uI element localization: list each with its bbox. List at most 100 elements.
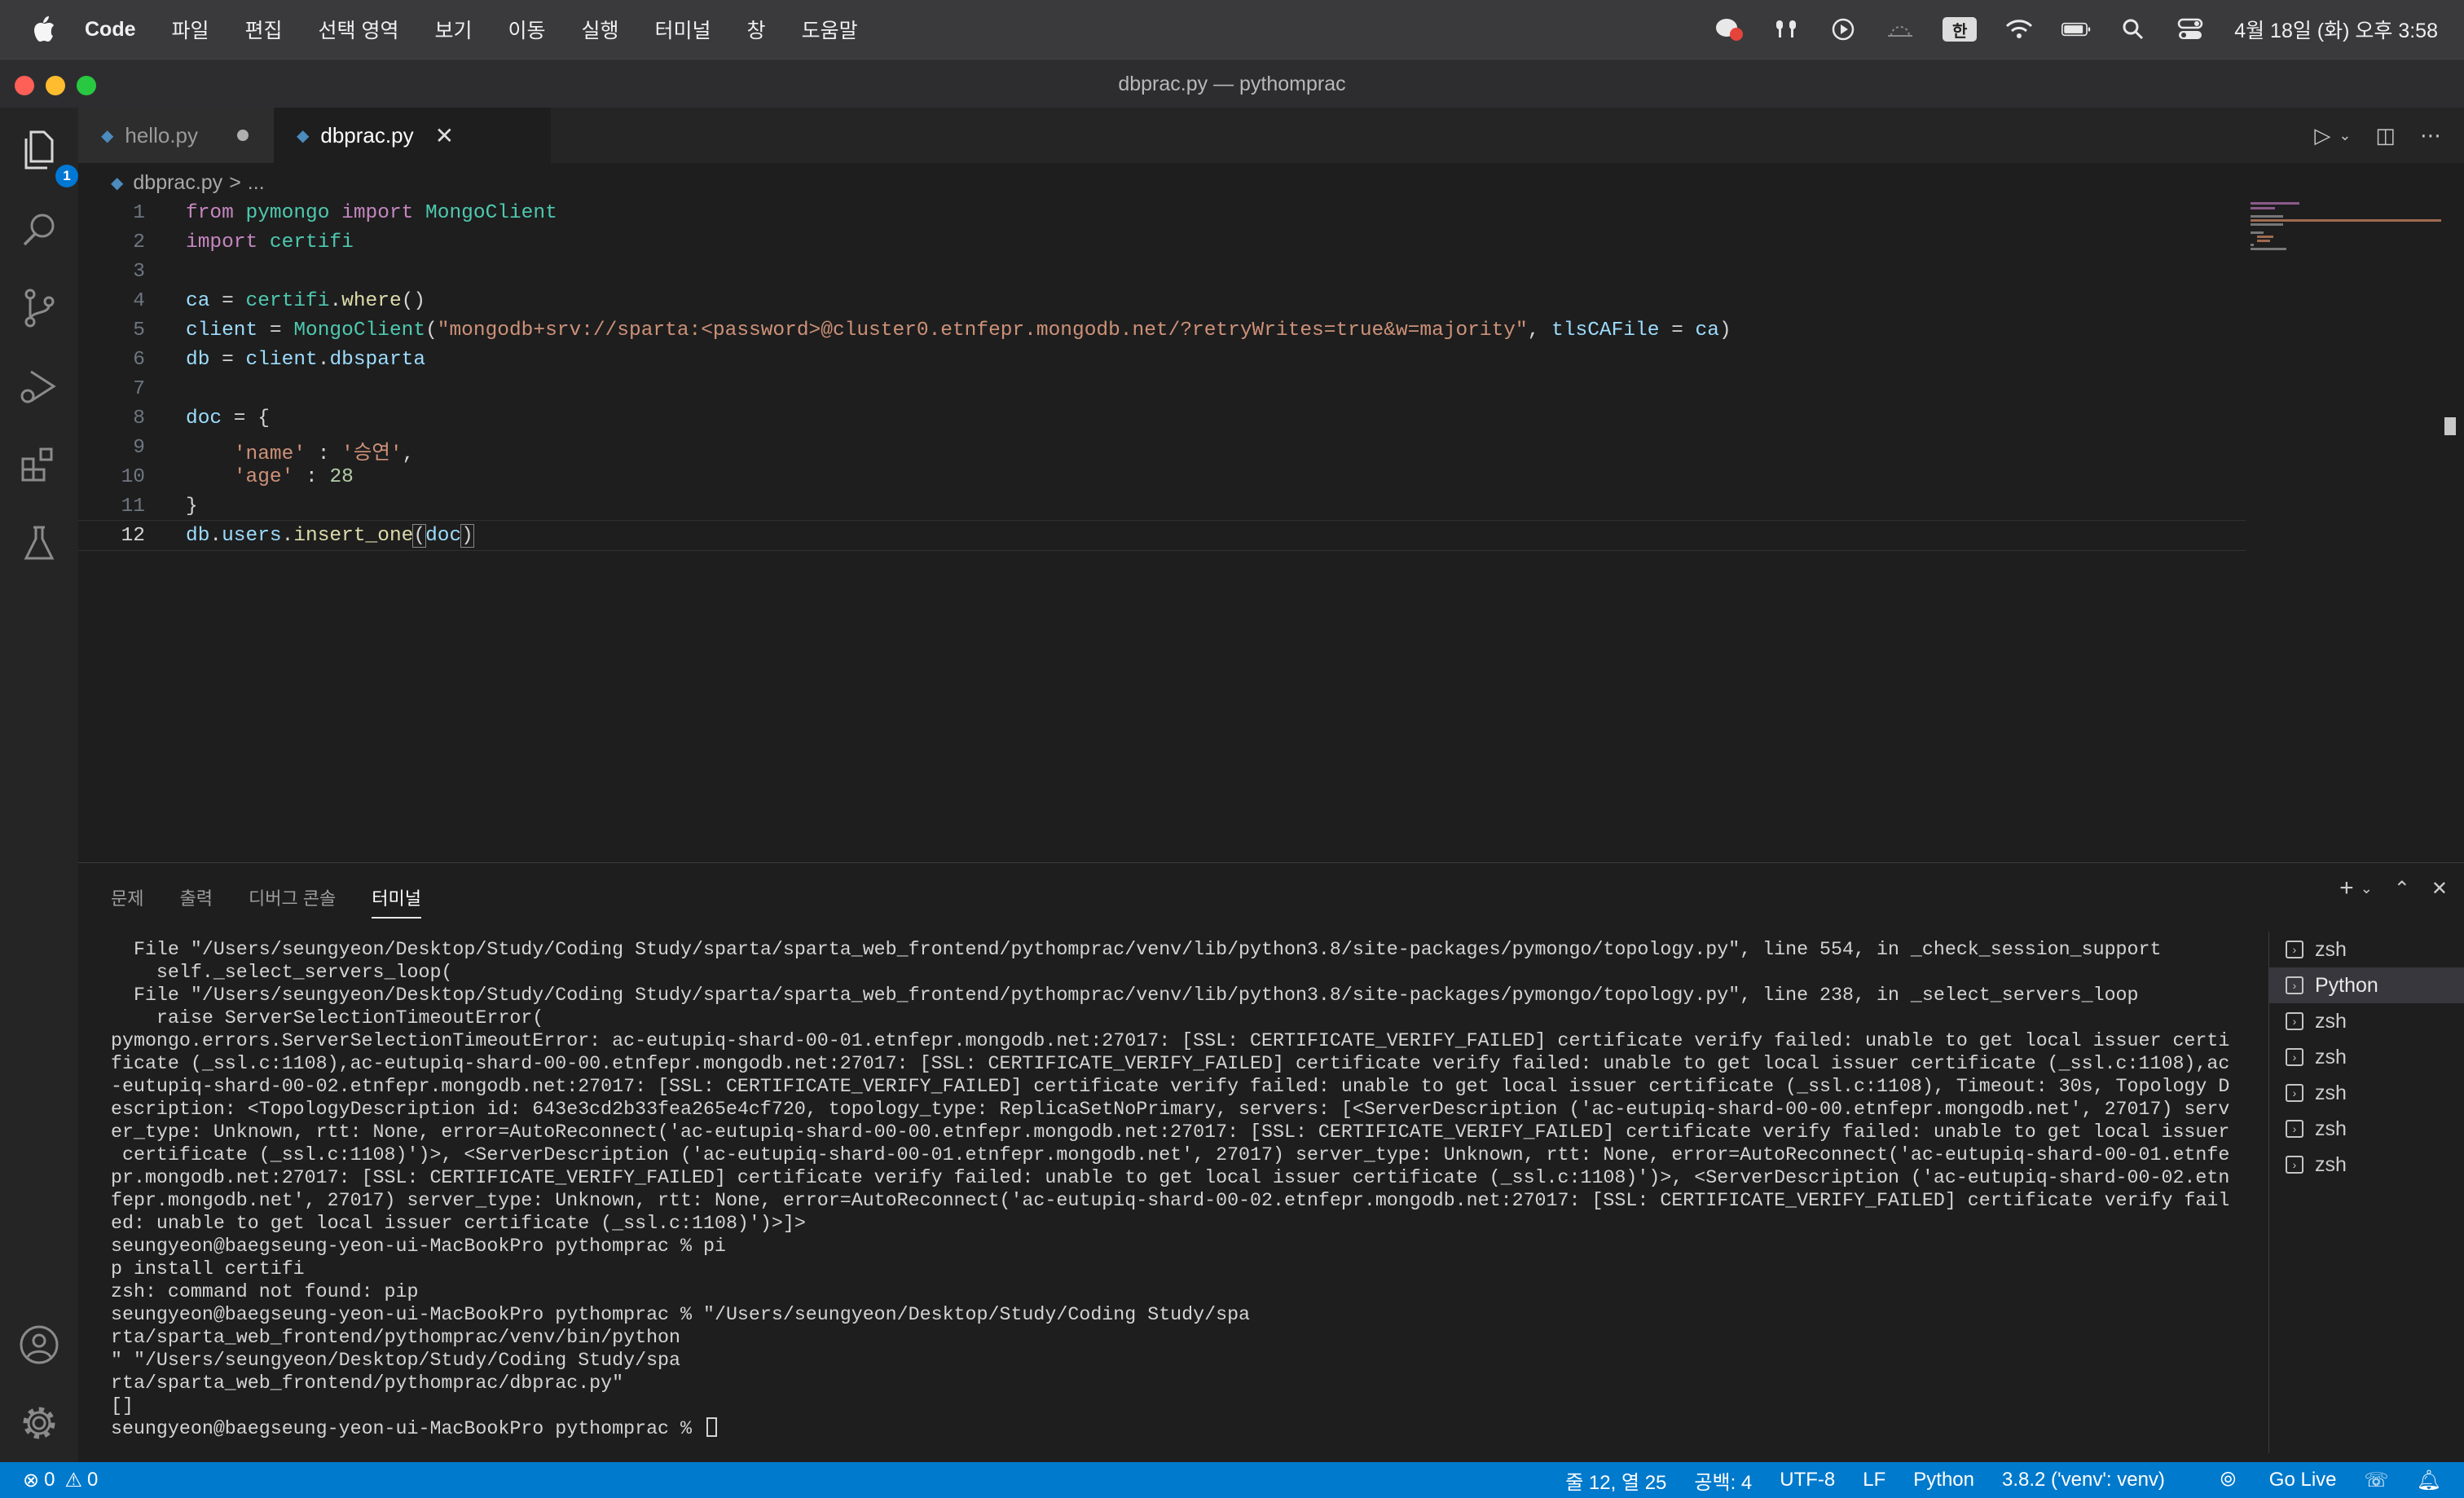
window-title: dbprac.py — pythomprac	[1118, 73, 1346, 95]
airpods-icon[interactable]	[1771, 15, 1801, 44]
code-line-8[interactable]: doc = {	[186, 408, 270, 430]
menu-edit[interactable]: 편집	[245, 15, 283, 44]
terminal-item-zsh[interactable]: › zsh	[2269, 932, 2464, 967]
code-line-4[interactable]: ca = certifi.where()	[186, 290, 425, 312]
menu-run[interactable]: 실행	[582, 15, 619, 44]
search-icon[interactable]	[16, 207, 62, 253]
run-python-file-icon[interactable]: ▷	[2314, 123, 2330, 148]
editor-scrollbar-marker[interactable]	[2444, 417, 2456, 435]
menu-help[interactable]: 도움말	[802, 15, 858, 44]
terminal-item-zsh[interactable]: › zsh	[2269, 1147, 2464, 1183]
menu-terminal[interactable]: 터미널	[655, 15, 711, 44]
close-tab-icon[interactable]: ✕	[435, 122, 454, 149]
split-editor-icon[interactable]: ◫	[2375, 123, 2396, 148]
code-line-5[interactable]: client = MongoClient("mongodb+srv://spar…	[186, 319, 1731, 341]
code-editor[interactable]: 1 2 3 4 5 6 7 8 9 10 11 12 from pymongo …	[78, 202, 2360, 862]
menubar-clock[interactable]: 4월 18일 (화) 오후 3:58	[2234, 15, 2438, 44]
battery-icon[interactable]	[2061, 15, 2091, 44]
wifi-icon[interactable]	[2004, 15, 2034, 44]
language-mode[interactable]: Python	[1913, 1469, 1974, 1491]
end-of-line[interactable]: LF	[1863, 1469, 1885, 1491]
explorer-icon[interactable]: 1	[16, 127, 78, 187]
terminal-output[interactable]: File "/Users/seungyeon/Desktop/Study/Cod…	[111, 938, 2311, 1440]
warning-icon: ⚠	[64, 1469, 82, 1491]
testing-flask-icon[interactable]	[16, 520, 62, 566]
code-line-10[interactable]: 'age' : 28	[186, 466, 354, 488]
tab-dbprac-py[interactable]: ◆ dbprac.py ✕	[274, 108, 551, 163]
terminal-line: " "/Users/seungyeon/Desktop/Study/Coding…	[111, 1350, 681, 1371]
terminal-line: pr.mongodb.net:27017: [SSL: CERTIFICATE_…	[111, 1167, 2230, 1188]
terminal-line: pymongo.errors.ServerSelectionTimeoutErr…	[111, 1030, 2230, 1051]
more-actions-icon[interactable]: ⋯	[2420, 123, 2441, 148]
terminal-line: zsh: command not found: pip	[111, 1281, 419, 1302]
menu-window[interactable]: 창	[747, 15, 766, 44]
notifications-bell-icon[interactable]: 🔔︎	[2417, 1469, 2441, 1492]
code-line-2[interactable]: import certifi	[186, 231, 354, 253]
menu-file[interactable]: 파일	[172, 15, 209, 44]
brightness-icon[interactable]	[1885, 15, 1915, 44]
maximize-panel-chevron-up-icon[interactable]: ⌃	[2394, 877, 2410, 901]
accounts-icon[interactable]	[16, 1322, 62, 1368]
source-control-icon[interactable]	[16, 285, 62, 331]
code-line-1[interactable]: from pymongo import MongoClient	[186, 202, 557, 224]
error-count: 0	[44, 1469, 55, 1491]
unsaved-dot-icon[interactable]	[237, 130, 249, 141]
code-line-11[interactable]: }	[186, 496, 198, 518]
terminal-line: fepr.mongodb.net', 27017) server_type: U…	[111, 1190, 2230, 1211]
close-panel-icon[interactable]: ✕	[2431, 877, 2448, 901]
messenger-status-icon[interactable]	[1714, 15, 1744, 44]
line-number: 9	[133, 437, 145, 459]
terminal-dropdown-chevron-icon[interactable]: ⌄	[2361, 880, 2373, 897]
python-interpreter[interactable]: 3.8.2 ('venv': venv)	[2002, 1469, 2165, 1491]
line-number: 2	[133, 231, 145, 253]
tab-debug-console[interactable]: 디버그 콘솔	[249, 884, 336, 919]
run-dropdown-chevron-icon[interactable]: ⌄	[2339, 127, 2351, 144]
terminal-icon: ›	[2286, 1156, 2303, 1174]
menu-selection[interactable]: 선택 영역	[319, 15, 399, 44]
feedback-icon[interactable]: ☏	[2365, 1469, 2389, 1492]
terminal-line: []	[111, 1395, 134, 1416]
terminal-list: › zsh › Python › zsh › zsh › zsh › zsh › zsh	[2268, 932, 2464, 1453]
mac-menu-bar: Code 파일 편집 선택 영역 보기 이동 실행 터미널 창 도움말 한 4월…	[0, 0, 2464, 59]
tab-hello-py[interactable]: ◆ hello.py	[78, 108, 275, 163]
indentation-setting[interactable]: 공백: 4	[1694, 1466, 1752, 1495]
terminal-item-python[interactable]: › Python	[2269, 967, 2464, 1003]
terminal-line: seungyeon@baegseung-yeon-ui-MacBookPro p…	[111, 1304, 1251, 1325]
terminal-icon: ›	[2286, 1120, 2303, 1138]
menu-go[interactable]: 이동	[508, 15, 546, 44]
tab-terminal[interactable]: 터미널	[372, 884, 422, 919]
spotlight-search-icon[interactable]	[2119, 15, 2148, 44]
extensions-icon[interactable]	[16, 442, 62, 487]
input-source-indicator[interactable]: 한	[1943, 17, 1978, 42]
breadcrumb-symbols[interactable]: ...	[248, 171, 265, 195]
media-play-icon[interactable]	[1828, 15, 1858, 44]
line-number: 7	[133, 378, 145, 400]
manage-gear-icon[interactable]	[16, 1400, 62, 1446]
terminal-item-zsh[interactable]: › zsh	[2269, 1003, 2464, 1039]
control-center-icon[interactable]	[2176, 15, 2205, 44]
run-and-debug-icon[interactable]	[16, 363, 62, 409]
tab-problems[interactable]: 문제	[111, 884, 143, 919]
apple-menu-icon[interactable]	[31, 15, 57, 44]
menu-view[interactable]: 보기	[434, 15, 472, 44]
code-line-6[interactable]: db = client.dbsparta	[186, 349, 425, 371]
minimap[interactable]	[2246, 196, 2441, 253]
new-terminal-plus-icon[interactable]: +	[2339, 875, 2354, 902]
terminal-prompt-line[interactable]: seungyeon@baegseung-yeon-ui-MacBookPro p…	[111, 1417, 2311, 1440]
tab-output[interactable]: 출력	[179, 884, 212, 919]
menu-app-code[interactable]: Code	[85, 18, 136, 42]
tab-label: hello.py	[125, 122, 199, 148]
line-number: 10	[121, 466, 145, 488]
go-live-button[interactable]: ⦾ Go Live	[2193, 1469, 2337, 1491]
terminal-item-zsh[interactable]: › zsh	[2269, 1039, 2464, 1075]
terminal-item-zsh[interactable]: › zsh	[2269, 1075, 2464, 1111]
breadcrumb-file[interactable]: dbprac.py	[133, 171, 222, 195]
cursor-position[interactable]: 줄 12, 열 25	[1565, 1466, 1666, 1495]
terminal-line: ficate (_ssl.c:1108),ac-eutupiq-shard-00…	[111, 1053, 2230, 1074]
explorer-badge: 1	[55, 165, 78, 187]
problems-status[interactable]: ⊗ 0 ⚠ 0	[23, 1462, 98, 1498]
code-line-9[interactable]: 'name' : '승연',	[186, 437, 415, 465]
code-line-12[interactable]: db.users.insert_one(doc)	[186, 524, 474, 548]
terminal-item-zsh[interactable]: › zsh	[2269, 1111, 2464, 1147]
file-encoding[interactable]: UTF-8	[1780, 1469, 1835, 1491]
